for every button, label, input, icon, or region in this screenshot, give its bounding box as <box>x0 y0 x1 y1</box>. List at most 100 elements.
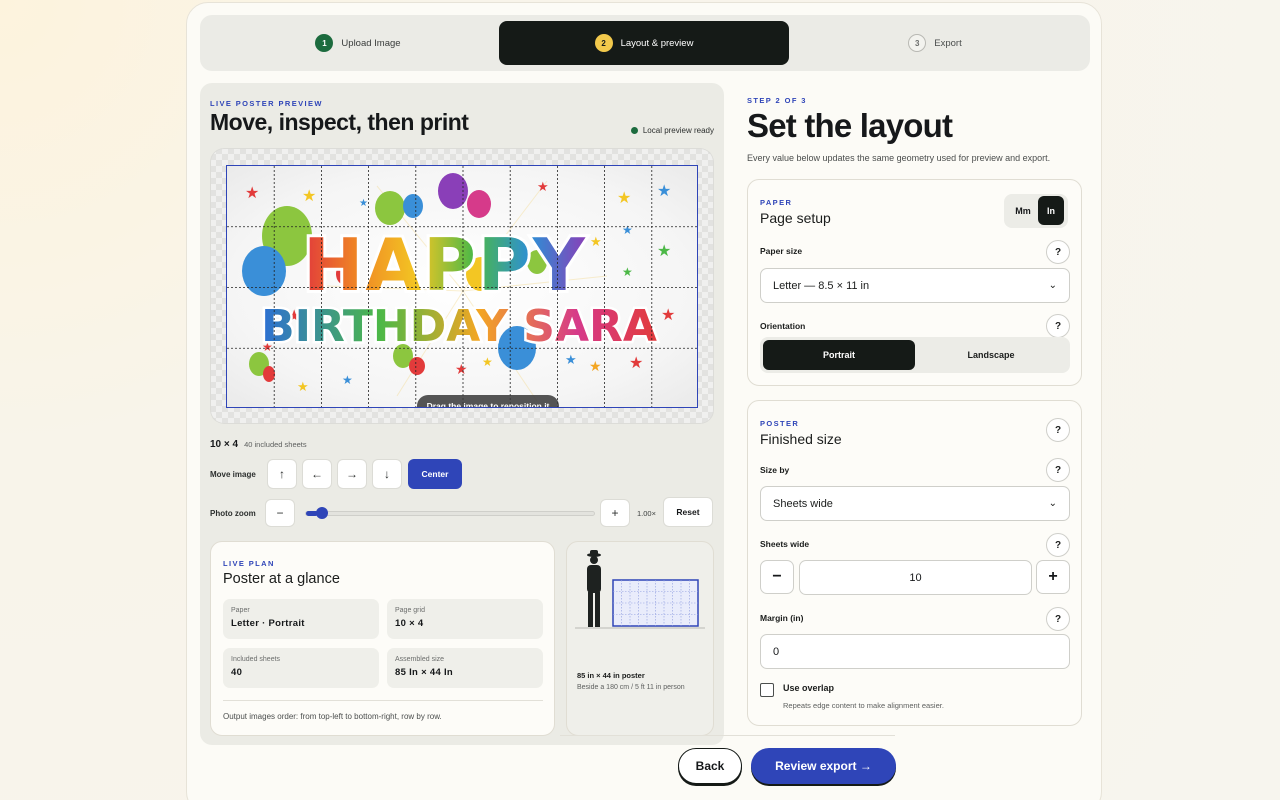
preview-canvas: ★ ★ ★ ★ ★ ★ ★ ★ ★ ★ ★ ★ ★ ★ ★ ★ ★ ★ ★ ★ … <box>210 148 714 424</box>
step-layout-preview[interactable]: 2 Layout & preview <box>499 21 789 65</box>
scale-comparison-card: 85 in × 44 in poster Beside a 180 cm / 5… <box>566 541 714 736</box>
orientation-landscape[interactable]: Landscape <box>915 340 1067 370</box>
stat-value: Letter · Portrait <box>231 618 305 629</box>
poster-card-title: Finished size <box>760 431 842 447</box>
poster-card: POSTER Finished size ? Size by ? Sheets … <box>747 400 1082 726</box>
chevron-down-icon: ⌄ <box>1048 280 1057 291</box>
stepper: 1 Upload Image 2 Layout & preview 3 Expo… <box>200 15 1090 71</box>
help-icon[interactable]: ? <box>1046 240 1070 264</box>
chevron-down-icon: ⌄ <box>1048 498 1057 509</box>
preview-panel: LIVE POSTER PREVIEW Move, inspect, then … <box>200 83 724 745</box>
move-left-button[interactable]: ← <box>302 459 332 489</box>
zoom-out-button[interactable]: − <box>265 499 295 527</box>
preview-eyebrow: LIVE POSTER PREVIEW <box>210 99 323 108</box>
orientation-toggle: Portrait Landscape <box>760 337 1070 373</box>
move-up-button[interactable]: ↑ <box>267 459 297 489</box>
divider <box>223 700 543 701</box>
grid-sheet-count: 40 included sheets <box>244 440 307 449</box>
scale-caption: 85 in × 44 in poster <box>577 671 645 680</box>
stat-label: Assembled size <box>395 656 445 663</box>
sheets-wide-label: Sheets wide <box>760 539 810 549</box>
setup-description: Every value below updates the same geome… <box>747 153 1051 163</box>
status-dot-icon <box>630 127 638 134</box>
preview-title: Move, inspect, then print <box>210 109 469 135</box>
app-shell: 1 Upload Image 2 Layout & preview 3 Expo… <box>186 2 1102 800</box>
step-label: Layout & preview <box>620 37 694 49</box>
paper-card: PAPER Page setup Mm In Paper size ? Lett… <box>747 179 1082 386</box>
overlap-help-text: Repeats edge content to make alignment e… <box>783 701 944 710</box>
paper-card-title: Page setup <box>760 210 831 226</box>
zoom-slider-thumb[interactable] <box>316 507 328 519</box>
stat-assembled-size: Assembled size 85 In × 44 In <box>387 648 543 688</box>
step-upload-image[interactable]: 1 Upload Image <box>218 21 498 65</box>
stat-value: 85 In × 44 In <box>395 667 454 678</box>
stat-value: 40 <box>231 667 243 678</box>
sheets-wide-increment[interactable]: + <box>1036 560 1070 594</box>
step-number: 1 <box>315 34 334 52</box>
step-label: Export <box>934 37 962 49</box>
unit-toggle: Mm In <box>1004 194 1068 228</box>
stat-included-sheets: Included sheets 40 <box>223 648 379 688</box>
stat-label: Paper <box>231 607 250 614</box>
unit-in-option[interactable]: In <box>1038 196 1064 225</box>
size-by-select[interactable]: Sheets wide ⌄ <box>760 486 1070 521</box>
orientation-portrait[interactable]: Portrait <box>763 340 915 370</box>
preview-status: Local preview ready <box>630 126 714 135</box>
stat-label: Included sheets <box>231 656 281 663</box>
zoom-slider[interactable] <box>305 507 595 519</box>
orientation-label: Orientation <box>760 321 806 331</box>
review-export-button[interactable]: Review export → <box>751 748 896 784</box>
poster-eyebrow: POSTER <box>760 419 800 428</box>
sheet-grid <box>227 166 697 407</box>
zoom-in-button[interactable]: + <box>600 499 630 527</box>
center-button[interactable]: Center <box>408 459 462 489</box>
poster-image[interactable]: ★ ★ ★ ★ ★ ★ ★ ★ ★ ★ ★ ★ ★ ★ ★ ★ ★ ★ ★ ★ … <box>226 165 698 408</box>
back-button[interactable]: Back <box>678 748 742 784</box>
plan-eyebrow: LIVE PLAN <box>223 559 275 568</box>
zoom-value: 1.00× <box>637 509 656 518</box>
stat-label: Page grid <box>395 607 425 614</box>
photo-zoom-label: Photo zoom <box>210 509 256 518</box>
move-image-label: Move image <box>210 470 256 479</box>
help-icon[interactable]: ? <box>1046 458 1070 482</box>
person-scale-illustration <box>575 550 705 629</box>
sheets-wide-decrement[interactable]: − <box>760 560 794 594</box>
move-down-button[interactable]: ↓ <box>372 459 402 489</box>
step-number: 2 <box>594 34 613 52</box>
step-number: 3 <box>908 34 927 52</box>
margin-label: Margin (in) <box>760 613 804 623</box>
paper-size-value: Letter — 8.5 × 11 in <box>773 279 870 292</box>
overlap-label: Use overlap <box>783 683 835 693</box>
scale-subcaption: Beside a 180 cm / 5 ft 11 in person <box>577 684 685 691</box>
sheets-wide-input[interactable]: 10 <box>799 560 1032 595</box>
footer-divider <box>560 735 895 736</box>
stat-paper: Paper Letter · Portrait <box>223 599 379 639</box>
margin-input[interactable]: 0 <box>760 634 1070 669</box>
stat-page-grid: Page grid 10 × 4 <box>387 599 543 639</box>
grid-summary: 10 × 4 40 included sheets <box>210 439 307 450</box>
setup-eyebrow: STEP 2 OF 3 <box>747 96 807 105</box>
overlap-checkbox[interactable] <box>760 683 774 697</box>
reset-button[interactable]: Reset <box>663 497 713 527</box>
status-text: Local preview ready <box>642 126 714 135</box>
setup-title: Set the layout <box>747 107 953 144</box>
help-icon[interactable]: ? <box>1046 418 1070 442</box>
size-by-value: Sheets wide <box>773 497 833 510</box>
paper-size-label: Paper size <box>760 246 803 256</box>
person-silhouette-icon <box>587 550 601 627</box>
size-by-label: Size by <box>760 465 790 475</box>
plan-title: Poster at a glance <box>223 571 340 587</box>
help-icon[interactable]: ? <box>1046 607 1070 631</box>
live-plan-card: LIVE PLAN Poster at a glance Paper Lette… <box>210 541 555 736</box>
stat-value: 10 × 4 <box>395 618 424 629</box>
step-label: Upload Image <box>341 37 401 49</box>
unit-mm-option[interactable]: Mm <box>1010 199 1036 223</box>
grid-size: 10 × 4 <box>210 439 239 450</box>
help-icon[interactable]: ? <box>1046 314 1070 338</box>
drag-tooltip: Drag the image to reposition it <box>417 395 559 407</box>
help-icon[interactable]: ? <box>1046 533 1070 557</box>
paper-size-select[interactable]: Letter — 8.5 × 11 in ⌄ <box>760 268 1070 303</box>
paper-eyebrow: PAPER <box>760 198 793 207</box>
move-right-button[interactable]: → <box>337 459 367 489</box>
step-export[interactable]: 3 Export <box>790 21 1080 65</box>
